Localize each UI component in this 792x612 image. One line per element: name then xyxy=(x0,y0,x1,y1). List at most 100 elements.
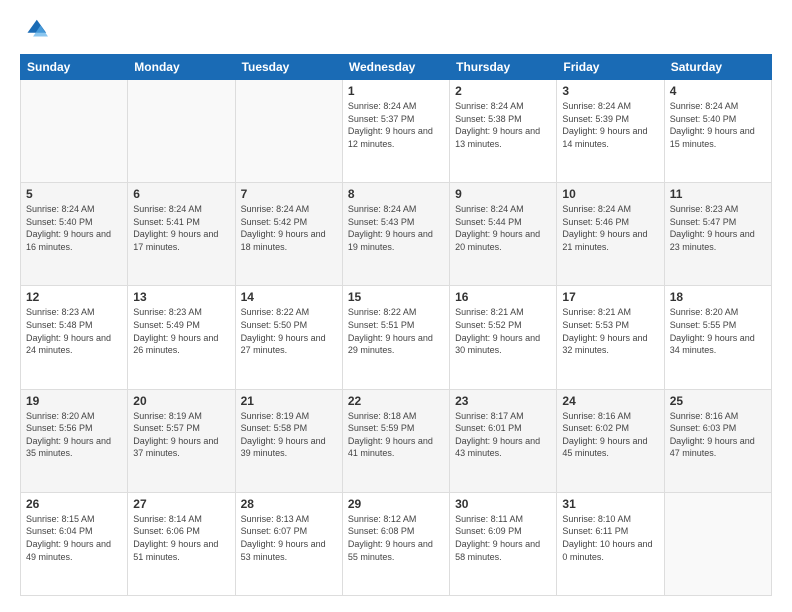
day-info: Sunrise: 8:19 AM Sunset: 5:57 PM Dayligh… xyxy=(133,410,229,460)
day-info: Sunrise: 8:13 AM Sunset: 6:07 PM Dayligh… xyxy=(241,513,337,563)
day-info: Sunrise: 8:24 AM Sunset: 5:40 PM Dayligh… xyxy=(26,203,122,253)
day-info: Sunrise: 8:24 AM Sunset: 5:41 PM Dayligh… xyxy=(133,203,229,253)
day-info: Sunrise: 8:15 AM Sunset: 6:04 PM Dayligh… xyxy=(26,513,122,563)
day-cell-26: 26 Sunrise: 8:15 AM Sunset: 6:04 PM Dayli… xyxy=(21,492,128,595)
day-number: 10 xyxy=(562,187,658,201)
day-info: Sunrise: 8:11 AM Sunset: 6:09 PM Dayligh… xyxy=(455,513,551,563)
week-row-1: 1Sunrise: 8:24 AM Sunset: 5:37 PM Daylig… xyxy=(21,80,772,183)
day-info: Sunrise: 8:24 AM Sunset: 5:44 PM Dayligh… xyxy=(455,203,551,253)
day-number: 18 xyxy=(670,290,766,304)
day-header-friday: Friday xyxy=(557,55,664,80)
day-number: 27 xyxy=(133,497,229,511)
day-cell-16: 16Sunrise: 8:21 AM Sunset: 5:52 PM Dayli… xyxy=(450,286,557,389)
day-info: Sunrise: 8:23 AM Sunset: 5:48 PM Dayligh… xyxy=(26,306,122,356)
day-header-monday: Monday xyxy=(128,55,235,80)
logo-icon xyxy=(20,16,48,44)
day-number: 25 xyxy=(670,394,766,408)
day-cell-29: 29 Sunrise: 8:12 AM Sunset: 6:08 PM Dayli… xyxy=(342,492,449,595)
day-number: 26 xyxy=(26,497,122,511)
day-info: Sunrise: 8:23 AM Sunset: 5:49 PM Dayligh… xyxy=(133,306,229,356)
day-number: 15 xyxy=(348,290,444,304)
day-header-wednesday: Wednesday xyxy=(342,55,449,80)
day-cell-12: 12 Sunrise: 8:23 AM Sunset: 5:48 PM Dayli… xyxy=(21,286,128,389)
day-header-tuesday: Tuesday xyxy=(235,55,342,80)
day-cell-21: 21 Sunrise: 8:19 AM Sunset: 5:58 PM Dayli… xyxy=(235,389,342,492)
day-cell-14: 14Sunrise: 8:22 AM Sunset: 5:50 PM Dayli… xyxy=(235,286,342,389)
day-info: Sunrise: 8:22 AM Sunset: 5:50 PM Dayligh… xyxy=(241,306,337,356)
day-number: 30 xyxy=(455,497,551,511)
day-cell-7: 7Sunrise: 8:24 AM Sunset: 5:42 PM Daylig… xyxy=(235,183,342,286)
day-cell-17: 17 Sunrise: 8:21 AM Sunset: 5:53 PM Dayli… xyxy=(557,286,664,389)
day-number: 17 xyxy=(562,290,658,304)
day-info: Sunrise: 8:23 AM Sunset: 5:47 PM Dayligh… xyxy=(670,203,766,253)
day-number: 12 xyxy=(26,290,122,304)
day-header-saturday: Saturday xyxy=(664,55,771,80)
calendar-table: SundayMondayTuesdayWednesdayThursdayFrid… xyxy=(20,54,772,596)
day-number: 29 xyxy=(348,497,444,511)
day-header-sunday: Sunday xyxy=(21,55,128,80)
day-cell-22: 22 Sunrise: 8:18 AM Sunset: 5:59 PM Dayli… xyxy=(342,389,449,492)
day-cell-30: 30 Sunrise: 8:11 AM Sunset: 6:09 PM Dayli… xyxy=(450,492,557,595)
day-info: Sunrise: 8:12 AM Sunset: 6:08 PM Dayligh… xyxy=(348,513,444,563)
empty-cell xyxy=(664,492,771,595)
day-info: Sunrise: 8:20 AM Sunset: 5:56 PM Dayligh… xyxy=(26,410,122,460)
day-info: Sunrise: 8:24 AM Sunset: 5:43 PM Dayligh… xyxy=(348,203,444,253)
week-row-2: 5Sunrise: 8:24 AM Sunset: 5:40 PM Daylig… xyxy=(21,183,772,286)
day-cell-11: 11 Sunrise: 8:23 AM Sunset: 5:47 PM Dayli… xyxy=(664,183,771,286)
day-number: 20 xyxy=(133,394,229,408)
day-info: Sunrise: 8:16 AM Sunset: 6:02 PM Dayligh… xyxy=(562,410,658,460)
header-row: SundayMondayTuesdayWednesdayThursdayFrid… xyxy=(21,55,772,80)
day-cell-25: 25 Sunrise: 8:16 AM Sunset: 6:03 PM Dayli… xyxy=(664,389,771,492)
day-number: 11 xyxy=(670,187,766,201)
day-info: Sunrise: 8:24 AM Sunset: 5:40 PM Dayligh… xyxy=(670,100,766,150)
day-info: Sunrise: 8:18 AM Sunset: 5:59 PM Dayligh… xyxy=(348,410,444,460)
day-number: 1 xyxy=(348,84,444,98)
day-number: 3 xyxy=(562,84,658,98)
day-number: 8 xyxy=(348,187,444,201)
day-info: Sunrise: 8:16 AM Sunset: 6:03 PM Dayligh… xyxy=(670,410,766,460)
day-number: 28 xyxy=(241,497,337,511)
day-number: 2 xyxy=(455,84,551,98)
day-number: 22 xyxy=(348,394,444,408)
day-cell-1: 1Sunrise: 8:24 AM Sunset: 5:37 PM Daylig… xyxy=(342,80,449,183)
day-number: 21 xyxy=(241,394,337,408)
day-number: 19 xyxy=(26,394,122,408)
day-cell-18: 18 Sunrise: 8:20 AM Sunset: 5:55 PM Dayli… xyxy=(664,286,771,389)
day-cell-3: 3 Sunrise: 8:24 AM Sunset: 5:39 PM Daylig… xyxy=(557,80,664,183)
day-cell-5: 5Sunrise: 8:24 AM Sunset: 5:40 PM Daylig… xyxy=(21,183,128,286)
day-info: Sunrise: 8:24 AM Sunset: 5:39 PM Dayligh… xyxy=(562,100,658,150)
empty-cell xyxy=(128,80,235,183)
day-cell-24: 24 Sunrise: 8:16 AM Sunset: 6:02 PM Dayli… xyxy=(557,389,664,492)
day-cell-9: 9 Sunrise: 8:24 AM Sunset: 5:44 PM Daylig… xyxy=(450,183,557,286)
week-row-3: 12 Sunrise: 8:23 AM Sunset: 5:48 PM Dayli… xyxy=(21,286,772,389)
day-header-thursday: Thursday xyxy=(450,55,557,80)
day-cell-15: 15 Sunrise: 8:22 AM Sunset: 5:51 PM Dayli… xyxy=(342,286,449,389)
day-cell-23: 23 Sunrise: 8:17 AM Sunset: 6:01 PM Dayli… xyxy=(450,389,557,492)
day-info: Sunrise: 8:22 AM Sunset: 5:51 PM Dayligh… xyxy=(348,306,444,356)
day-number: 9 xyxy=(455,187,551,201)
day-cell-20: 20 Sunrise: 8:19 AM Sunset: 5:57 PM Dayli… xyxy=(128,389,235,492)
day-cell-8: 8 Sunrise: 8:24 AM Sunset: 5:43 PM Daylig… xyxy=(342,183,449,286)
day-info: Sunrise: 8:21 AM Sunset: 5:53 PM Dayligh… xyxy=(562,306,658,356)
day-info: Sunrise: 8:20 AM Sunset: 5:55 PM Dayligh… xyxy=(670,306,766,356)
day-cell-2: 2Sunrise: 8:24 AM Sunset: 5:38 PM Daylig… xyxy=(450,80,557,183)
day-cell-4: 4Sunrise: 8:24 AM Sunset: 5:40 PM Daylig… xyxy=(664,80,771,183)
page: SundayMondayTuesdayWednesdayThursdayFrid… xyxy=(0,0,792,612)
day-cell-13: 13 Sunrise: 8:23 AM Sunset: 5:49 PM Dayli… xyxy=(128,286,235,389)
day-number: 13 xyxy=(133,290,229,304)
day-number: 23 xyxy=(455,394,551,408)
logo xyxy=(20,16,52,44)
day-info: Sunrise: 8:17 AM Sunset: 6:01 PM Dayligh… xyxy=(455,410,551,460)
day-cell-31: 31 Sunrise: 8:10 AM Sunset: 6:11 PM Dayli… xyxy=(557,492,664,595)
day-info: Sunrise: 8:21 AM Sunset: 5:52 PM Dayligh… xyxy=(455,306,551,356)
day-info: Sunrise: 8:14 AM Sunset: 6:06 PM Dayligh… xyxy=(133,513,229,563)
day-number: 24 xyxy=(562,394,658,408)
day-number: 6 xyxy=(133,187,229,201)
day-cell-6: 6 Sunrise: 8:24 AM Sunset: 5:41 PM Daylig… xyxy=(128,183,235,286)
week-row-5: 26 Sunrise: 8:15 AM Sunset: 6:04 PM Dayli… xyxy=(21,492,772,595)
day-info: Sunrise: 8:10 AM Sunset: 6:11 PM Dayligh… xyxy=(562,513,658,563)
day-number: 31 xyxy=(562,497,658,511)
day-number: 7 xyxy=(241,187,337,201)
day-cell-27: 27 Sunrise: 8:14 AM Sunset: 6:06 PM Dayli… xyxy=(128,492,235,595)
day-info: Sunrise: 8:19 AM Sunset: 5:58 PM Dayligh… xyxy=(241,410,337,460)
